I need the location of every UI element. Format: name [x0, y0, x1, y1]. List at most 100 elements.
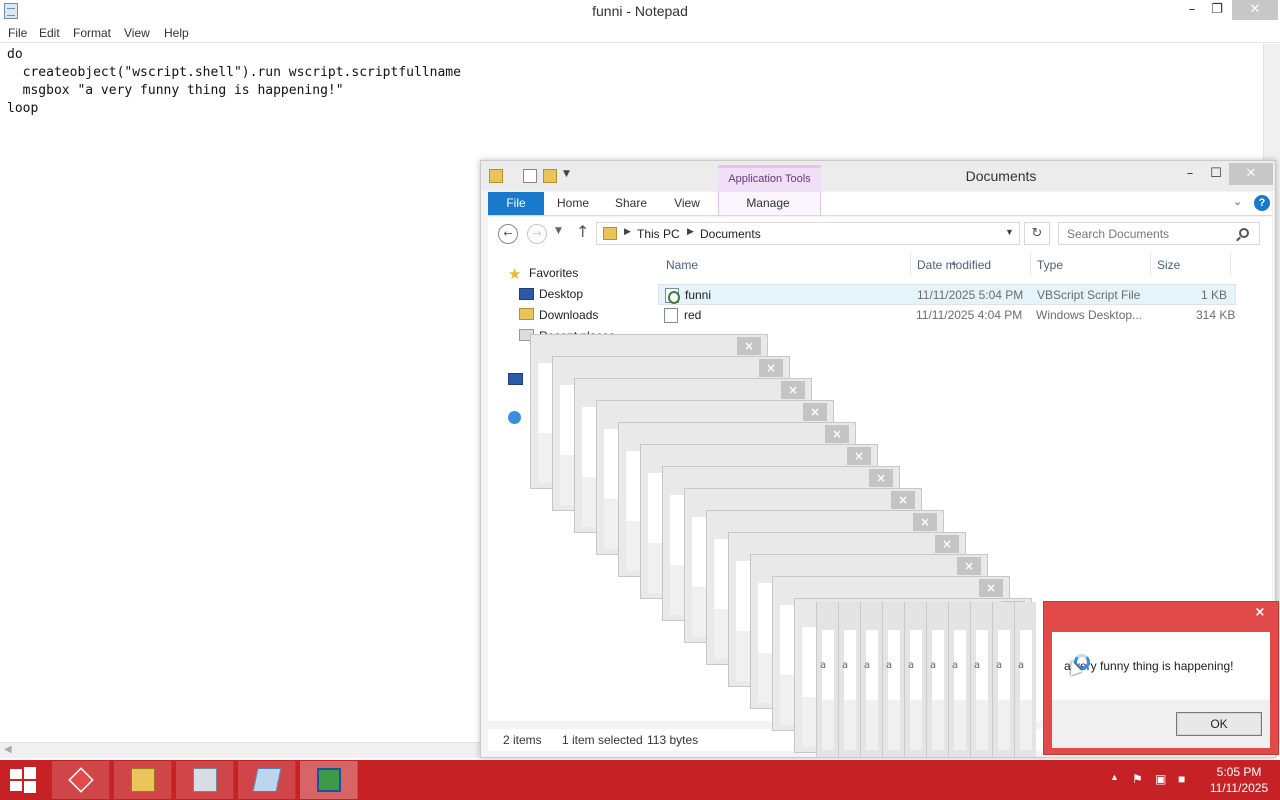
tab-share[interactable]: Share [608, 192, 654, 215]
close-icon[interactable]: × [957, 557, 981, 575]
search-box[interactable]: Search Documents [1058, 222, 1260, 245]
address-bar[interactable]: ▶ This PC ▶ Documents ▼ [596, 222, 1020, 245]
help-icon[interactable]: ? [1254, 195, 1270, 211]
up-button[interactable]: ↑ [576, 222, 589, 241]
close-icon[interactable]: × [869, 469, 893, 487]
restore-button[interactable]: ❐ [1205, 0, 1229, 20]
close-icon[interactable]: × [781, 381, 805, 399]
close-icon[interactable]: × [759, 359, 783, 377]
start-button[interactable] [10, 767, 38, 793]
close-button[interactable]: ✕ [1232, 0, 1278, 20]
stacked-message-box-edge[interactable]: a [838, 602, 860, 757]
refresh-button[interactable]: ↻ [1024, 222, 1050, 245]
system-tray: ▲ ⚑ ▣ ■ 5:05 PM 11/11/2025 [1100, 760, 1280, 800]
address-dropdown-icon[interactable]: ▼ [1005, 227, 1014, 237]
expand-ribbon-icon[interactable]: ⌄ [1233, 195, 1242, 208]
taskbar-notepad[interactable] [238, 761, 296, 799]
close-icon[interactable]: × [847, 447, 871, 465]
taskbar-script-host[interactable] [300, 761, 358, 799]
breadcrumb-documents[interactable]: Documents [700, 227, 761, 241]
chevron-down-icon[interactable]: ▼ [563, 169, 577, 183]
file-name[interactable]: funni [685, 288, 711, 302]
tab-file[interactable]: File [488, 192, 544, 215]
message-body [1020, 630, 1032, 750]
close-icon[interactable]: × [825, 425, 849, 443]
stacked-message-box-edge[interactable]: a [970, 602, 992, 757]
forward-button[interactable]: → [527, 224, 547, 244]
column-divider[interactable] [910, 253, 911, 275]
minimize-button[interactable]: – [1177, 163, 1203, 185]
file-date: 11/11/2025 5:04 PM [917, 288, 1024, 302]
tab-home[interactable]: Home [550, 192, 596, 215]
menu-format[interactable]: Format [73, 26, 111, 40]
tab-view[interactable]: View [664, 192, 710, 215]
stacked-message-box-edge[interactable]: a [860, 602, 882, 757]
stacked-message-box-edge[interactable]: a [948, 602, 970, 757]
file-row[interactable]: funni 11/11/2025 5:04 PM VBScript Script… [658, 284, 1236, 305]
volume-muted-icon[interactable]: ■ [1178, 772, 1185, 786]
column-date[interactable]: Date modified [917, 258, 991, 272]
ok-button[interactable]: OK [1176, 712, 1262, 736]
stacked-message-box-edge[interactable]: a [992, 602, 1014, 757]
close-icon[interactable]: × [935, 535, 959, 553]
stacked-message-box-edge[interactable]: a [904, 602, 926, 757]
file-name[interactable]: red [684, 308, 701, 322]
search-icon[interactable] [1239, 228, 1249, 238]
search-input[interactable]: Search Documents [1067, 227, 1169, 241]
show-hidden-icons-icon[interactable]: ▲ [1110, 772, 1119, 782]
file-row[interactable]: red 11/11/2025 4:04 PM Windows Desktop..… [658, 305, 1236, 326]
close-icon[interactable]: × [803, 403, 827, 421]
column-divider[interactable] [1150, 253, 1151, 275]
tab-manage[interactable]: Manage [740, 192, 796, 215]
stacked-message-box-edge[interactable]: a [816, 602, 838, 757]
nav-desktop[interactable]: Desktop [539, 287, 583, 301]
network-icon[interactable]: ▣ [1155, 772, 1166, 786]
this-pc-icon[interactable] [508, 373, 523, 385]
menu-help[interactable]: Help [164, 26, 189, 40]
stacked-message-box-edge[interactable]: a [1014, 602, 1036, 757]
minimize-button[interactable]: – [1180, 0, 1204, 20]
back-button[interactable]: ← [498, 224, 518, 244]
column-type[interactable]: Type [1037, 258, 1063, 272]
maximize-button[interactable]: ☐ [1203, 163, 1229, 185]
flag-icon[interactable]: ⚑ [1132, 772, 1143, 786]
clock-time[interactable]: 5:05 PM [1204, 765, 1274, 779]
taskbar-server-manager[interactable] [176, 761, 234, 799]
scroll-left-icon[interactable]: ◀ [4, 744, 12, 755]
close-icon[interactable]: × [1248, 604, 1272, 622]
quick-access-toolbar: ▼ [489, 168, 579, 186]
nav-downloads[interactable]: Downloads [539, 308, 598, 322]
file-type: VBScript Script File [1037, 288, 1141, 302]
close-icon[interactable]: × [913, 513, 937, 531]
breadcrumb-separator-icon[interactable]: ▶ [624, 226, 631, 237]
stacked-message-box-edge[interactable]: a [926, 602, 948, 757]
taskbar-file-explorer[interactable] [114, 761, 172, 799]
notepad-titlebar[interactable]: funni - Notepad – ❐ ✕ [0, 0, 1280, 23]
close-icon[interactable]: × [737, 337, 761, 355]
taskbar-app-1[interactable] [52, 761, 110, 799]
explorer-titlebar[interactable]: ▼ Application Tools Documents – ☐ ✕ [481, 161, 1275, 192]
close-icon[interactable]: × [891, 491, 915, 509]
properties-icon[interactable] [523, 169, 537, 183]
breadcrumb-this-pc[interactable]: This PC [637, 227, 680, 241]
column-size[interactable]: Size [1157, 258, 1180, 272]
clock-date[interactable]: 11/11/2025 [1204, 781, 1274, 795]
column-name[interactable]: Name [666, 258, 698, 272]
column-divider[interactable] [1030, 253, 1031, 275]
network-icon[interactable] [508, 411, 521, 424]
close-icon[interactable]: × [979, 579, 1003, 597]
menu-file[interactable]: File [8, 26, 27, 40]
nav-favorites[interactable]: Favorites [529, 266, 578, 280]
stacked-message-box-edge[interactable]: a [882, 602, 904, 757]
windows-logo-icon [24, 767, 36, 779]
close-button[interactable]: ✕ [1229, 163, 1273, 185]
notepad-text-area[interactable]: do createobject("wscript.shell").run wsc… [7, 46, 461, 118]
notepad-icon [252, 768, 282, 792]
menu-view[interactable]: View [124, 26, 150, 40]
recent-locations-icon[interactable]: ▼ [555, 226, 562, 236]
horizontal-scrollbar[interactable]: ◀ [0, 742, 480, 758]
new-folder-icon[interactable] [543, 169, 557, 183]
column-divider[interactable] [1230, 253, 1231, 275]
menu-edit[interactable]: Edit [39, 26, 60, 40]
breadcrumb-separator-icon[interactable]: ▶ [687, 226, 694, 237]
